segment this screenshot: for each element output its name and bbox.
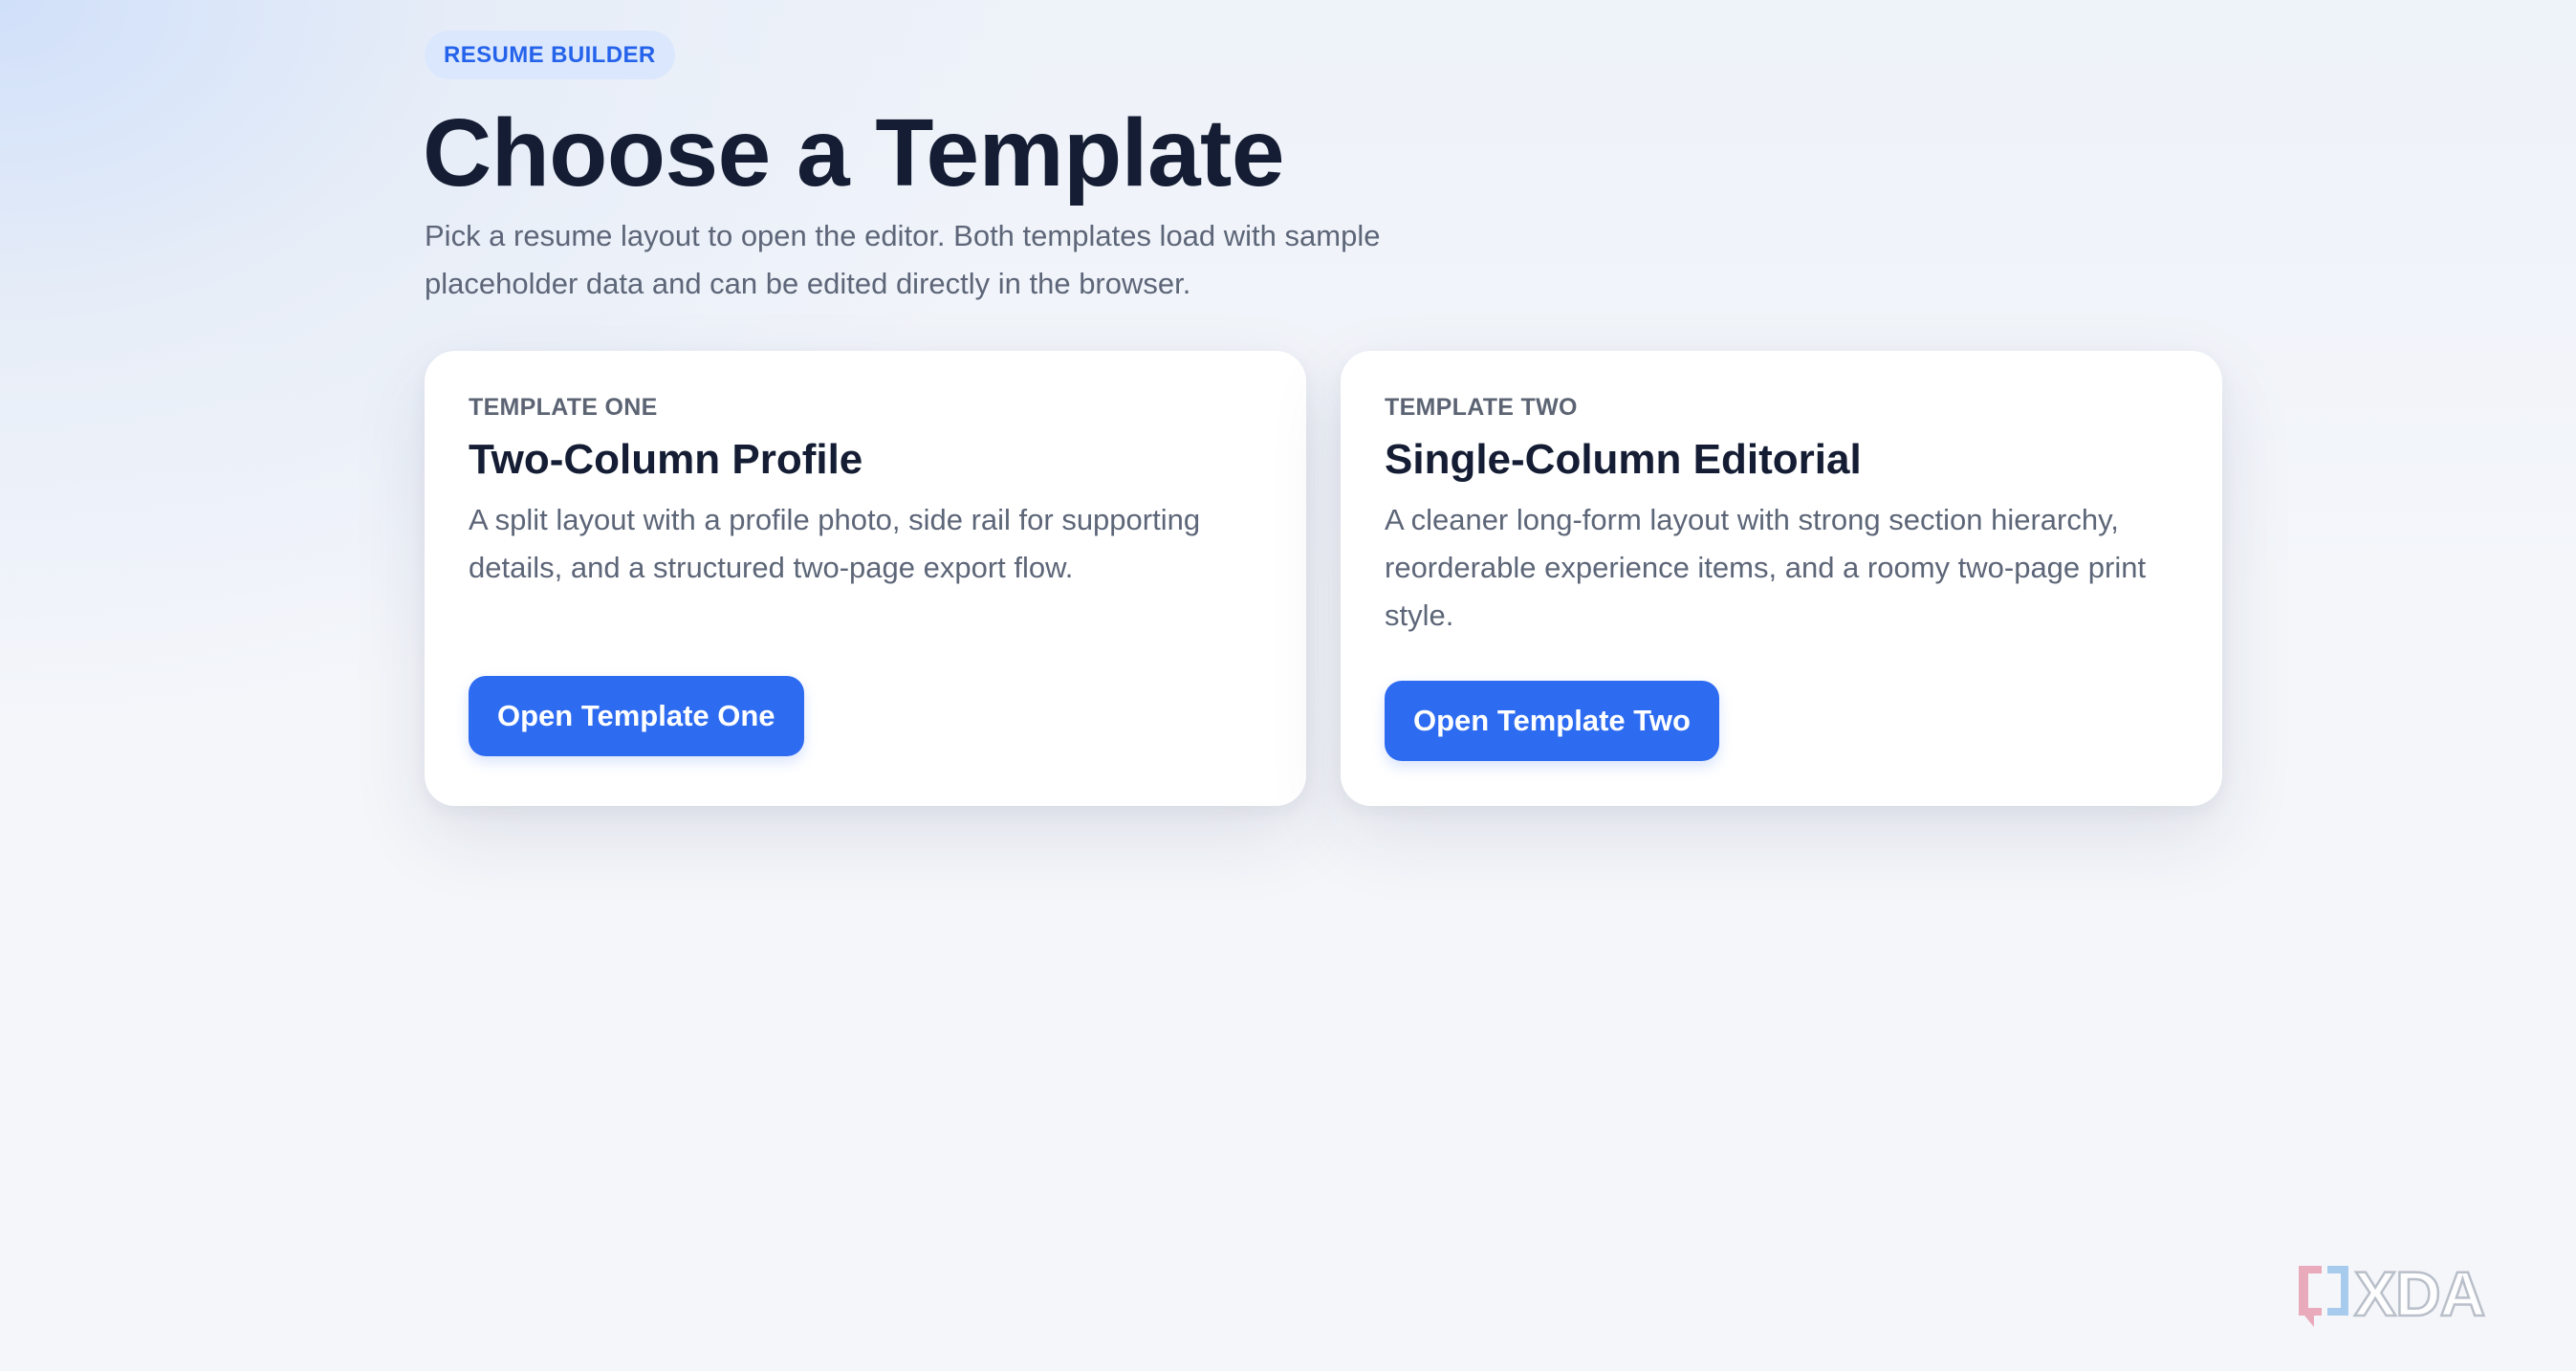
xda-logo-icon: XDA	[2293, 1257, 2551, 1335]
template-card-one: TEMPLATE ONE Two-Column Profile A split …	[425, 351, 1306, 806]
page-title: Choose a Template	[423, 99, 1284, 207]
template-card-two: TEMPLATE TWO Single-Column Editorial A c…	[1341, 351, 2222, 806]
page-subtitle: Pick a resume layout to open the editor.…	[425, 219, 1381, 300]
template-two-kicker: TEMPLATE TWO	[1385, 394, 1578, 421]
template-two-title: Single-Column Editorial	[1385, 436, 1862, 483]
open-template-two-button[interactable]: Open Template Two	[1385, 681, 1719, 761]
open-template-one-button[interactable]: Open Template One	[469, 676, 804, 756]
resume-builder-badge: RESUME BUILDER	[425, 31, 675, 79]
xda-watermark-text: XDA	[2354, 1258, 2484, 1329]
template-one-kicker: TEMPLATE ONE	[469, 394, 658, 421]
template-one-title: Two-Column Profile	[469, 436, 863, 483]
template-cards: TEMPLATE ONE Two-Column Profile A split …	[425, 351, 2222, 806]
template-one-description: A split layout with a profile photo, sid…	[469, 503, 1201, 584]
template-two-description: A cleaner long-form layout with strong s…	[1385, 503, 2147, 632]
